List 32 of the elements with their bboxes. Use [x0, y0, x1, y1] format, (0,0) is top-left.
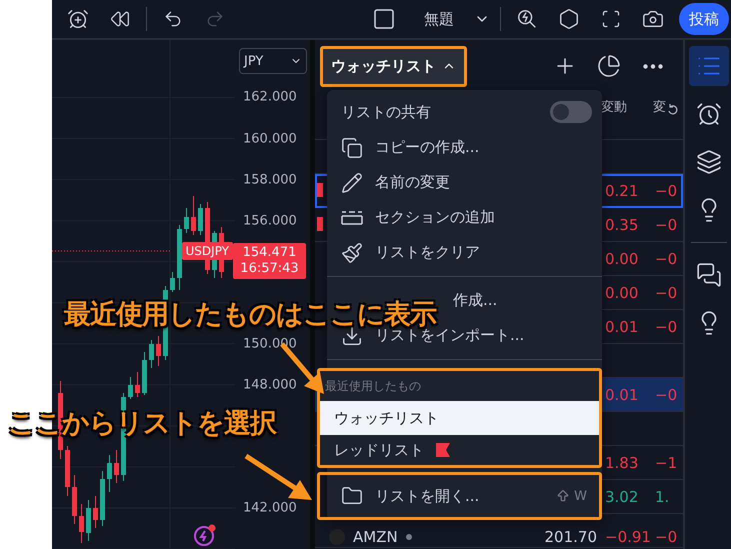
change-percent-cell-text: −0	[655, 250, 678, 268]
price-cell-text: 201.70	[544, 528, 598, 546]
symbol-tag: USDJPY	[182, 242, 233, 260]
change-cell-text: 0.35	[605, 216, 640, 234]
price-label: 156.000	[243, 213, 297, 228]
change-percent-cell-text: −0	[655, 318, 678, 336]
change-cell-text: 0.01	[605, 318, 640, 336]
change-cell-text: 0.01	[605, 386, 640, 404]
change-percent-cell-text: −0	[655, 182, 678, 200]
price-label: 162.000	[243, 90, 297, 105]
change-cell-text: −0.91	[605, 528, 652, 546]
change-cell-text: 3.02	[605, 488, 640, 506]
change-cell-text: 0.21	[605, 182, 640, 200]
price-label: 142.000	[243, 500, 297, 516]
change-percent-cell-text: −0	[655, 216, 678, 234]
change-percent-cell-text: −0	[655, 528, 678, 546]
change-percent-cell-text: 1.	[655, 488, 670, 506]
menu-item-label: リストの共有	[341, 102, 431, 122]
price-label: 150.000	[243, 336, 297, 352]
change-cell-text: 0.00	[605, 284, 640, 302]
symbol-name: AMZN	[353, 528, 398, 546]
price-label: 158.000	[243, 172, 297, 188]
shortcut-key: W	[574, 488, 587, 504]
change-cell-text: 0.00	[605, 250, 640, 268]
price-tag: 154.471 16:57:43	[233, 243, 306, 279]
price-label: 160.000	[243, 131, 297, 146]
change-percent-cell-text: −1	[655, 454, 678, 472]
change-cell-text: 1.83	[605, 454, 640, 472]
change-percent-cell-text: −0	[655, 386, 678, 404]
section-header: 最近使用したもの	[324, 378, 422, 394]
price-label: 148.000	[243, 377, 297, 392]
change-percent-cell-text: −0	[655, 284, 678, 302]
